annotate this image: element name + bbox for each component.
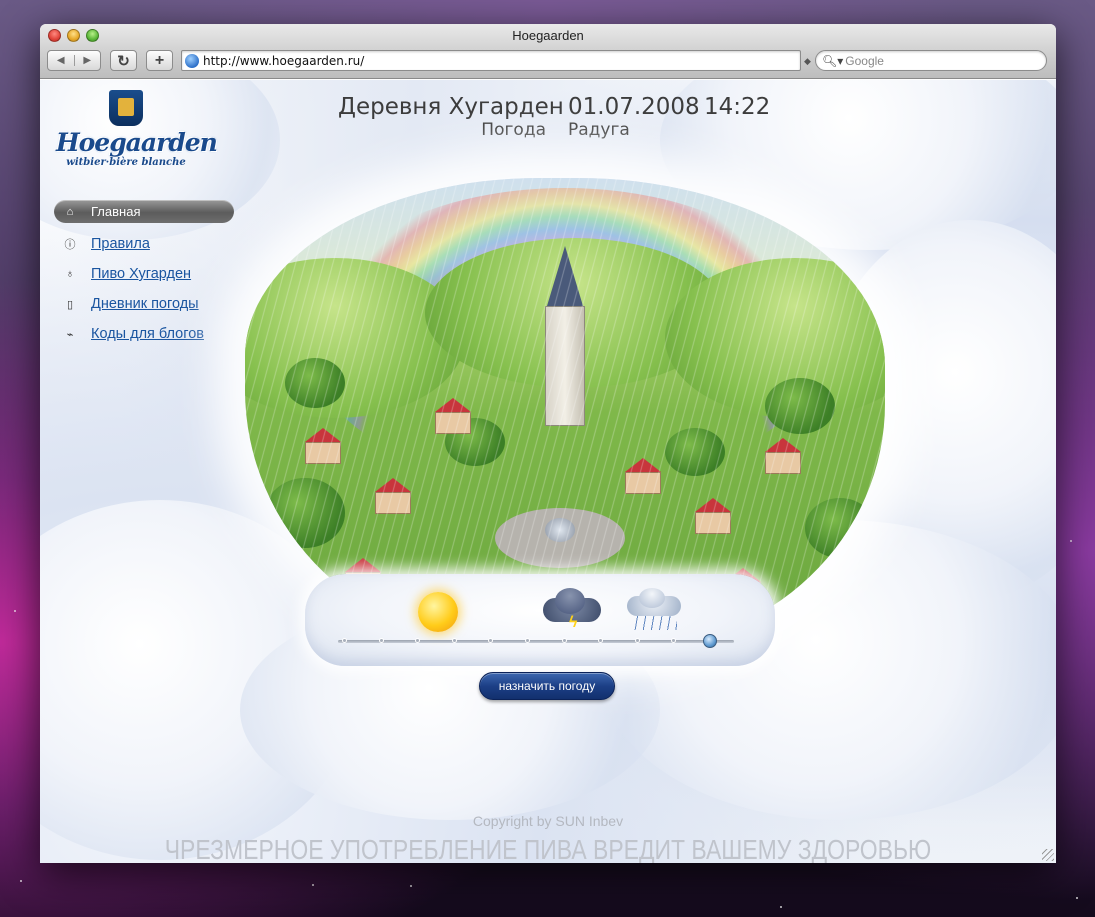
forward-arrow-icon[interactable]: ▶ xyxy=(73,55,101,66)
add-bookmark-button[interactable]: + xyxy=(146,50,173,71)
current-time: 14:22 xyxy=(704,94,771,120)
crest-icon xyxy=(109,90,143,126)
back-arrow-icon[interactable]: ◀ xyxy=(48,55,74,66)
bottle-icon: ♁ xyxy=(65,268,75,280)
weather-slider-knob[interactable] xyxy=(703,634,717,648)
resize-grip-icon[interactable] xyxy=(1042,849,1054,861)
copyright-text: Copyright by SUN Inbev xyxy=(472,813,624,829)
nav-item-label[interactable]: Пиво Хугарден xyxy=(91,266,191,282)
weather-slider-tick[interactable] xyxy=(342,638,347,643)
weather-label: Погода xyxy=(481,120,546,140)
logo-wordmark: Hoegaarden xyxy=(56,128,218,157)
nav-item-home[interactable]: ⌂ Главная xyxy=(54,200,234,223)
current-date: 01.07.2008 xyxy=(568,94,700,120)
title-bar: Hoegaarden ◀ ▶ ↻ + http://www.hoegaarden… xyxy=(40,24,1056,79)
nav-item-label[interactable]: Дневник погоды xyxy=(91,296,199,312)
window-title: Hoegaarden xyxy=(512,28,584,43)
back-forward-group: ◀ ▶ xyxy=(47,50,101,71)
nav-item-label[interactable]: Правила xyxy=(91,236,150,252)
tag-icon: ⌁ xyxy=(66,328,74,341)
hoegaarden-logo[interactable]: Hoegaarden witbier·bière blanche xyxy=(56,90,218,168)
village-name: Деревня Хугарден xyxy=(338,94,564,120)
rain-icon[interactable] xyxy=(627,588,681,632)
nav-item-beer[interactable]: ♁ Пиво Хугарден xyxy=(54,259,234,289)
home-icon: ⌂ xyxy=(66,205,74,218)
reload-button[interactable]: ↻ xyxy=(110,50,137,71)
weather-slider-tick[interactable] xyxy=(671,638,677,643)
weather-slider-tick[interactable] xyxy=(378,638,384,643)
sun-icon[interactable] xyxy=(418,592,458,632)
assign-weather-button[interactable]: назначить погоду xyxy=(479,672,615,700)
address-bar[interactable]: http://www.hoegaarden.ru/ xyxy=(181,50,801,71)
weather-value: Радуга xyxy=(568,120,630,140)
weather-slider-tick[interactable] xyxy=(415,638,421,643)
weather-slider-tick[interactable] xyxy=(634,638,640,643)
info-icon: ⓘ xyxy=(64,239,76,251)
health-warning: ЧРЕЗМЕРНОЕ УПОТРЕБЛЕНИЕ ПИВА ВРЕДИТ ВАШЕ… xyxy=(164,834,932,863)
nav-item-blog-codes[interactable]: ⌁ Коды для блогов xyxy=(54,319,234,349)
url-text: http://www.hoegaarden.ru/ xyxy=(203,53,365,68)
logo-tagline: witbier·bière blanche xyxy=(66,157,186,168)
village-status: Деревня Хугарден 01.07.2008 14:22 Погода… xyxy=(338,94,778,140)
main-navigation: ⌂ Главная ⓘ Правила ♁ Пиво Хугарден ▯ Дн… xyxy=(54,200,234,349)
nav-item-rules[interactable]: ⓘ Правила xyxy=(54,229,234,259)
address-dropdown-icon[interactable]: ◆ xyxy=(804,56,811,67)
notebook-icon: ▯ xyxy=(66,298,74,311)
search-field[interactable]: 🔍︎▾ Google xyxy=(815,50,1047,71)
search-placeholder: Google xyxy=(845,53,884,68)
weather-slider-tick[interactable] xyxy=(525,638,530,643)
search-icon[interactable]: 🔍︎▾ xyxy=(822,54,843,68)
weather-selector: ϟ xyxy=(305,574,775,666)
storm-icon[interactable]: ϟ xyxy=(543,588,601,631)
page-content: Hoegaarden witbier·bière blanche ⌂ Главн… xyxy=(40,80,1056,863)
globe-icon xyxy=(185,53,199,68)
nav-item-label[interactable]: Коды для блогов xyxy=(91,326,204,342)
browser-window: Hoegaarden ◀ ▶ ↻ + http://www.hoegaarden… xyxy=(40,24,1056,863)
nav-item-label: Главная xyxy=(91,204,141,219)
weather-slider-tick[interactable] xyxy=(451,638,457,643)
nav-item-weather-diary[interactable]: ▯ Дневник погоды xyxy=(54,289,234,319)
weather-slider-tick[interactable] xyxy=(598,638,604,643)
weather-slider-tick[interactable] xyxy=(488,638,494,643)
weather-slider-tick[interactable] xyxy=(561,638,567,643)
weather-slider-track[interactable] xyxy=(338,634,734,648)
